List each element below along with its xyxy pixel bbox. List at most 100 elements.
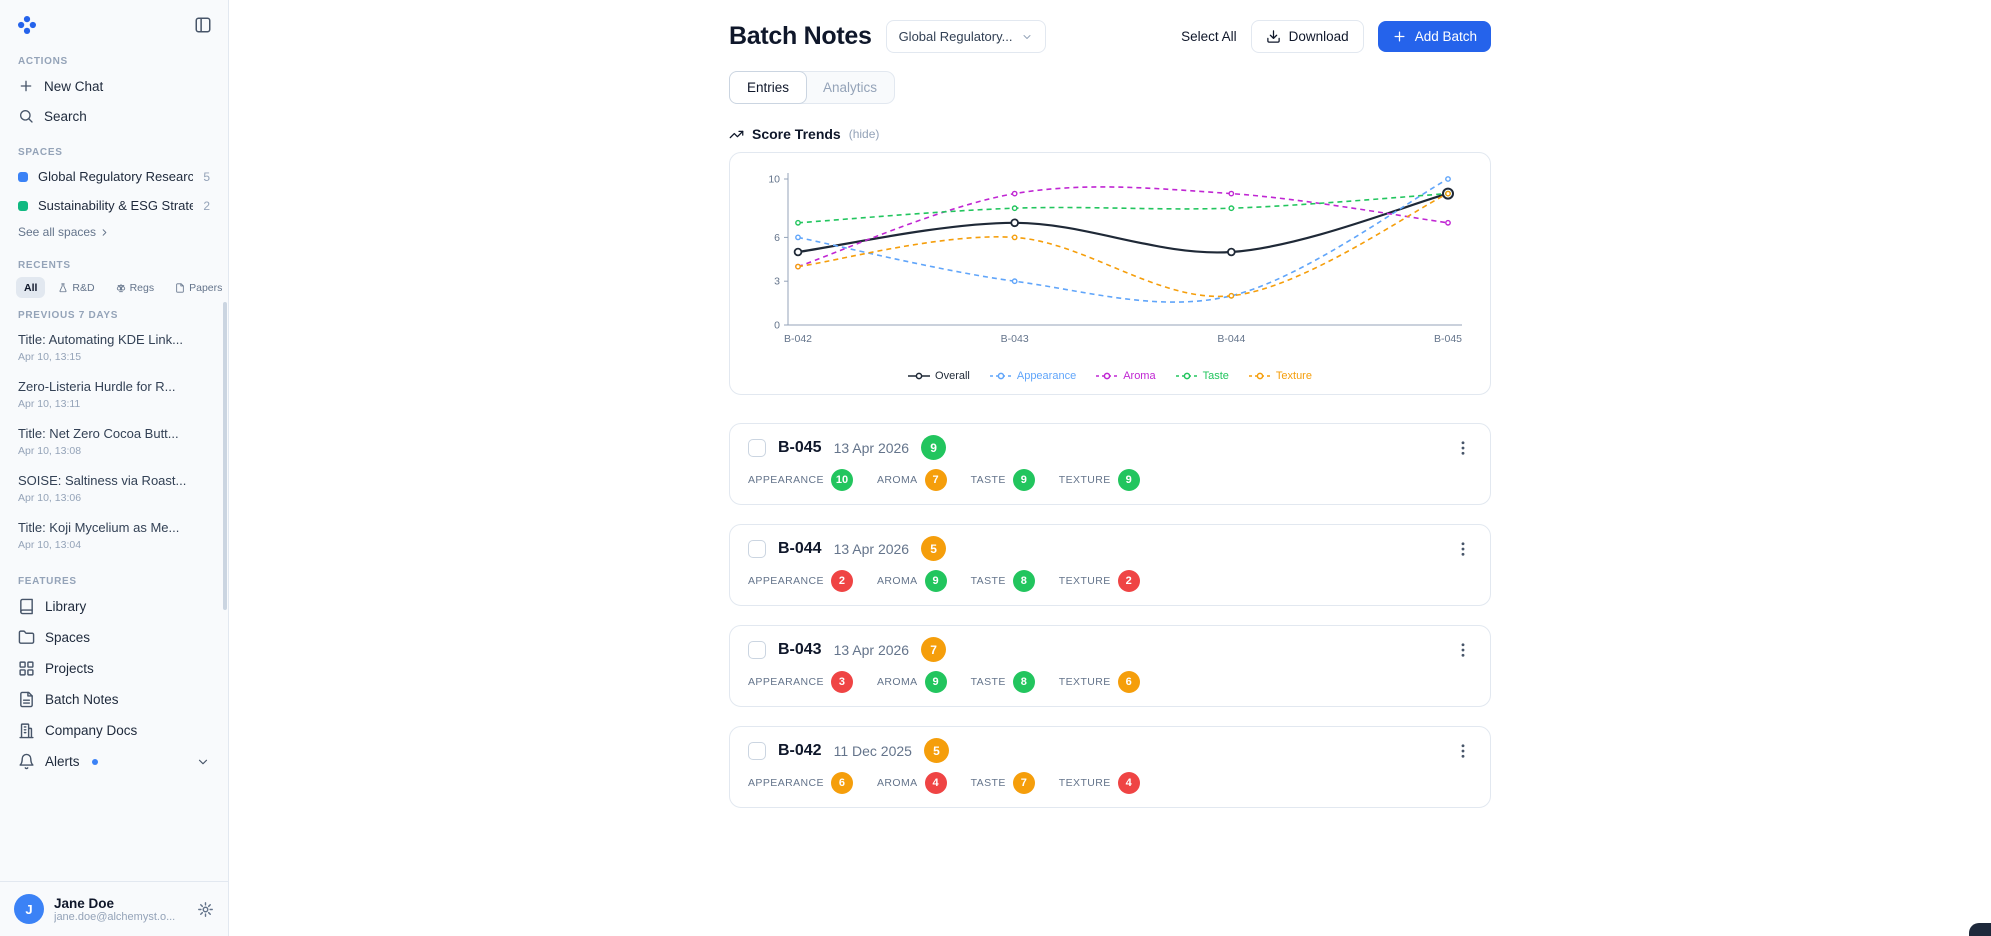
tab-entries[interactable]: Entries [729,71,807,104]
sidebar-action-search[interactable]: Search [10,101,218,131]
recent-item[interactable]: Zero-Listeria Hurdle for R... Apr 10, 13:… [10,372,218,419]
user-section[interactable]: J Jane Doe jane.doe@alchemyst.o... [0,881,228,936]
sidebar-item-company-docs[interactable]: Company Docs [10,715,218,746]
batch-card-b-043: B-04313 Apr 20267APPEARANCE3AROMA9TASTE8… [729,625,1491,707]
legend-label: Overall [935,370,970,382]
tab-analytics[interactable]: Analytics [806,72,894,103]
recents-filter-regs[interactable]: Regs [108,277,163,298]
chart-legend: Overall Appearance Aroma Taste Texture [748,370,1472,382]
kebab-menu-icon[interactable] [1454,641,1472,659]
batch-checkbox[interactable] [748,641,766,659]
spaces-list: Global Regulatory Research5Sustainabilit… [10,162,218,220]
download-button[interactable]: Download [1251,20,1364,53]
recent-item[interactable]: Title: Automating KDE Link... Apr 10, 13:… [10,325,218,372]
batch-attribute-aroma: AROMA4 [877,772,947,794]
attribute-score-badge: 8 [1013,671,1035,693]
sidebar-item-batch-notes[interactable]: Batch Notes [10,684,218,715]
recent-item[interactable]: Title: Net Zero Cocoa Butt...Apr 10, 13:… [10,419,218,466]
sidebar-scrollbar[interactable] [223,302,227,610]
legend-item-taste[interactable]: Taste [1176,370,1229,382]
recent-title: Title: Automating KDE Link... [18,332,210,347]
batch-id: B-045 [778,439,822,457]
legend-item-overall[interactable]: Overall [908,370,970,382]
attribute-label: AROMA [877,474,918,486]
attribute-score-badge: 2 [1118,570,1140,592]
score-trends-header: Score Trends (hide) [729,126,1491,142]
svg-text:B-043: B-043 [1001,333,1029,345]
header-actions: Select All Download Add Batch [1181,20,1491,53]
kebab-menu-icon[interactable] [1454,439,1472,457]
select-all-button[interactable]: Select All [1181,29,1237,44]
attribute-score-badge: 7 [1013,772,1035,794]
overall-score-badge: 9 [921,435,946,460]
legend-marker [1249,371,1271,381]
batch-attribute-texture: TEXTURE 4 [1059,772,1140,794]
sidebar-scroll-area: ACTIONS New ChatSearch SPACES Global Reg… [0,46,228,881]
book-icon [18,598,35,615]
attribute-label: TEXTURE [1059,777,1111,789]
chevron-down-icon [196,755,210,769]
sidebar-item-library[interactable]: Library [10,591,218,622]
settings-gear-icon[interactable] [197,901,214,918]
recent-title: Zero-Listeria Hurdle for R... [18,379,210,394]
recent-timestamp: Apr 10, 13:11 [18,398,210,410]
svg-text:B-045: B-045 [1434,333,1462,345]
corner-widget[interactable] [1969,923,1991,936]
batch-attributes: APPEARANCE 6 AROMA4 TASTE7 TEXTURE 4 [748,772,1472,794]
sidebar-space-sustainability-esg-strategy[interactable]: Sustainability & ESG Strategy2 [10,191,218,220]
recents-list: Title: Automating KDE Link... Apr 10, 13:… [10,325,218,560]
see-all-spaces-label: See all spaces [18,225,96,239]
recent-item[interactable]: SOISE: Saltiness via Roast...Apr 10, 13:… [10,466,218,513]
legend-item-aroma[interactable]: Aroma [1096,370,1155,382]
attribute-score-badge: 6 [831,772,853,794]
sidebar-action-label: Search [44,109,87,124]
sidebar-action-new-chat[interactable]: New Chat [10,71,218,101]
grid-icon [18,660,35,677]
sidebar-space-global-regulatory-research[interactable]: Global Regulatory Research5 [10,162,218,191]
space-filter-dropdown[interactable]: Global Regulatory... [886,20,1046,53]
recents-filter-papers[interactable]: Papers [167,277,228,298]
legend-label: Appearance [1017,370,1076,382]
attribute-label: AROMA [877,676,918,688]
sidebar-item-spaces[interactable]: Spaces [10,622,218,653]
batch-checkbox[interactable] [748,742,766,760]
see-all-spaces-link[interactable]: See all spaces [10,220,118,244]
filter-chip-label: R&D [72,282,94,294]
view-tabs: EntriesAnalytics [729,71,895,104]
actions-section-label: ACTIONS [10,56,218,67]
space-filter-value: Global Regulatory... [899,29,1013,44]
attribute-score-badge: 4 [1118,772,1140,794]
recent-item[interactable]: Title: Koji Mycelium as Me...Apr 10, 13:… [10,513,218,560]
sidebar-item-projects[interactable]: Projects [10,653,218,684]
batch-attribute-texture: TEXTURE9 [1059,469,1140,491]
recent-timestamp: Apr 10, 13:15 [18,351,210,363]
user-email: jane.doe@alchemyst.o... [54,911,187,923]
plus-icon [1392,29,1407,44]
legend-item-texture[interactable]: Texture [1249,370,1312,382]
sidebar-item-alerts[interactable]: Alerts [10,746,218,777]
kebab-menu-icon[interactable] [1454,742,1472,760]
space-count: 2 [203,199,210,213]
attribute-score-badge: 9 [925,671,947,693]
add-batch-button[interactable]: Add Batch [1378,21,1491,52]
batch-checkbox[interactable] [748,540,766,558]
attribute-score-badge: 2 [831,570,853,592]
sidebar: ACTIONS New ChatSearch SPACES Global Reg… [0,0,229,936]
batch-checkbox[interactable] [748,439,766,457]
batch-attributes: APPEARANCE3AROMA9TASTE8TEXTURE6 [748,671,1472,693]
hide-chart-link[interactable]: (hide) [849,127,880,141]
recents-filter-all[interactable]: All [16,277,45,298]
legend-marker [990,371,1012,381]
recents-filter-r-d[interactable]: R&D [50,277,102,298]
batch-attribute-taste: TASTE7 [971,772,1035,794]
legend-item-appearance[interactable]: Appearance [990,370,1076,382]
attribute-score-badge: 4 [925,772,947,794]
user-avatar: J [14,894,44,924]
attribute-label: APPEARANCE [748,474,824,486]
attribute-label: APPEARANCE [748,777,824,789]
score-trends-card: 03610B-042B-043B-044B-045 OverallAppeara… [729,152,1491,395]
batch-id: B-042 [778,742,822,760]
sidebar-collapse-icon[interactable] [194,16,212,34]
kebab-menu-icon[interactable] [1454,540,1472,558]
space-color-dot [18,172,28,182]
